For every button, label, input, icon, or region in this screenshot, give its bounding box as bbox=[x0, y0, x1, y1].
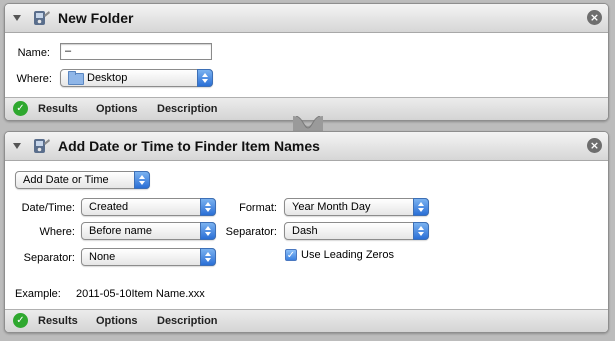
options-tab[interactable]: Options bbox=[96, 103, 138, 115]
leading-zeros-label: Use Leading Zeros bbox=[301, 249, 394, 261]
action-title: New Folder bbox=[58, 10, 134, 26]
popup-arrows-icon bbox=[413, 222, 429, 240]
example-value: 2011-05-10Item Name.xxx bbox=[76, 288, 205, 300]
close-icon[interactable]: × bbox=[587, 138, 602, 153]
options-tab[interactable]: Options bbox=[96, 315, 138, 327]
name-field[interactable] bbox=[60, 43, 212, 60]
action-new-folder: New Folder × Name: Where: Desktop ✓ Resu… bbox=[4, 3, 609, 121]
automator-icon bbox=[34, 11, 50, 25]
leading-zeros-checkbox[interactable]: ✓ bbox=[285, 249, 297, 261]
check-icon: ✓ bbox=[13, 101, 28, 116]
example-label: Example: bbox=[15, 288, 61, 300]
automator-icon bbox=[34, 139, 50, 153]
folder-icon bbox=[68, 71, 84, 85]
workflow-canvas: New Folder × Name: Where: Desktop ✓ Resu… bbox=[0, 0, 615, 341]
datetime-label: Date/Time: bbox=[21, 202, 75, 214]
separator-popup-value: None bbox=[89, 251, 116, 263]
popup-arrows-icon bbox=[200, 248, 216, 266]
where-popup-value: Before name bbox=[89, 225, 152, 237]
datetime-popup-value: Created bbox=[89, 201, 129, 213]
format-popup[interactable]: Year Month Day bbox=[284, 198, 429, 216]
separator2-label: Separator: bbox=[225, 226, 277, 238]
format-popup-value: Year Month Day bbox=[292, 201, 371, 213]
separator-popup[interactable]: None bbox=[81, 248, 216, 266]
separator2-popup-value: Dash bbox=[292, 225, 318, 237]
action-title-bar[interactable]: Add Date or Time to Finder Item Names × bbox=[5, 132, 608, 161]
where-popup[interactable]: Before name bbox=[81, 222, 216, 240]
where-popup-value: Desktop bbox=[87, 72, 128, 84]
description-tab[interactable]: Description bbox=[157, 315, 218, 327]
popup-arrows-icon bbox=[197, 69, 213, 87]
where-label: Where: bbox=[16, 73, 52, 85]
format-label: Format: bbox=[239, 202, 277, 214]
results-tab[interactable]: Results bbox=[38, 315, 78, 327]
name-label: Name: bbox=[17, 47, 50, 59]
where-label: Where: bbox=[39, 226, 75, 238]
action-footer: ✓ Results Options Description bbox=[5, 309, 608, 332]
action-add-date-time: Add Date or Time to Finder Item Names × … bbox=[4, 131, 609, 333]
results-tab[interactable]: Results bbox=[38, 103, 78, 115]
separator-label: Separator: bbox=[23, 252, 75, 264]
action-title-bar[interactable]: New Folder × bbox=[5, 4, 608, 33]
where-popup[interactable]: Desktop bbox=[60, 69, 213, 87]
mode-popup[interactable]: Add Date or Time bbox=[15, 171, 150, 189]
popup-arrows-icon bbox=[134, 171, 150, 189]
popup-arrows-icon bbox=[413, 198, 429, 216]
check-icon: ✓ bbox=[13, 313, 28, 328]
separator2-popup[interactable]: Dash bbox=[284, 222, 429, 240]
action-title: Add Date or Time to Finder Item Names bbox=[58, 138, 320, 154]
disclosure-triangle-icon[interactable] bbox=[13, 143, 21, 149]
disclosure-triangle-icon[interactable] bbox=[13, 15, 21, 21]
datetime-popup[interactable]: Created bbox=[81, 198, 216, 216]
description-tab[interactable]: Description bbox=[157, 103, 218, 115]
mode-popup-value: Add Date or Time bbox=[23, 174, 109, 186]
close-icon[interactable]: × bbox=[587, 10, 602, 25]
